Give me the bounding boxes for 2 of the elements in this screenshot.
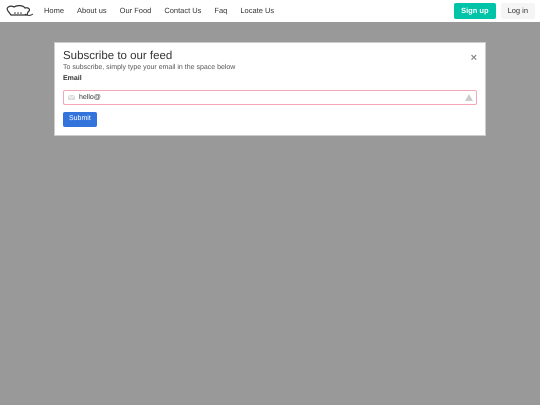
modal-title: Subscribe to our feed [63,49,174,63]
close-button[interactable]: × [470,53,477,64]
